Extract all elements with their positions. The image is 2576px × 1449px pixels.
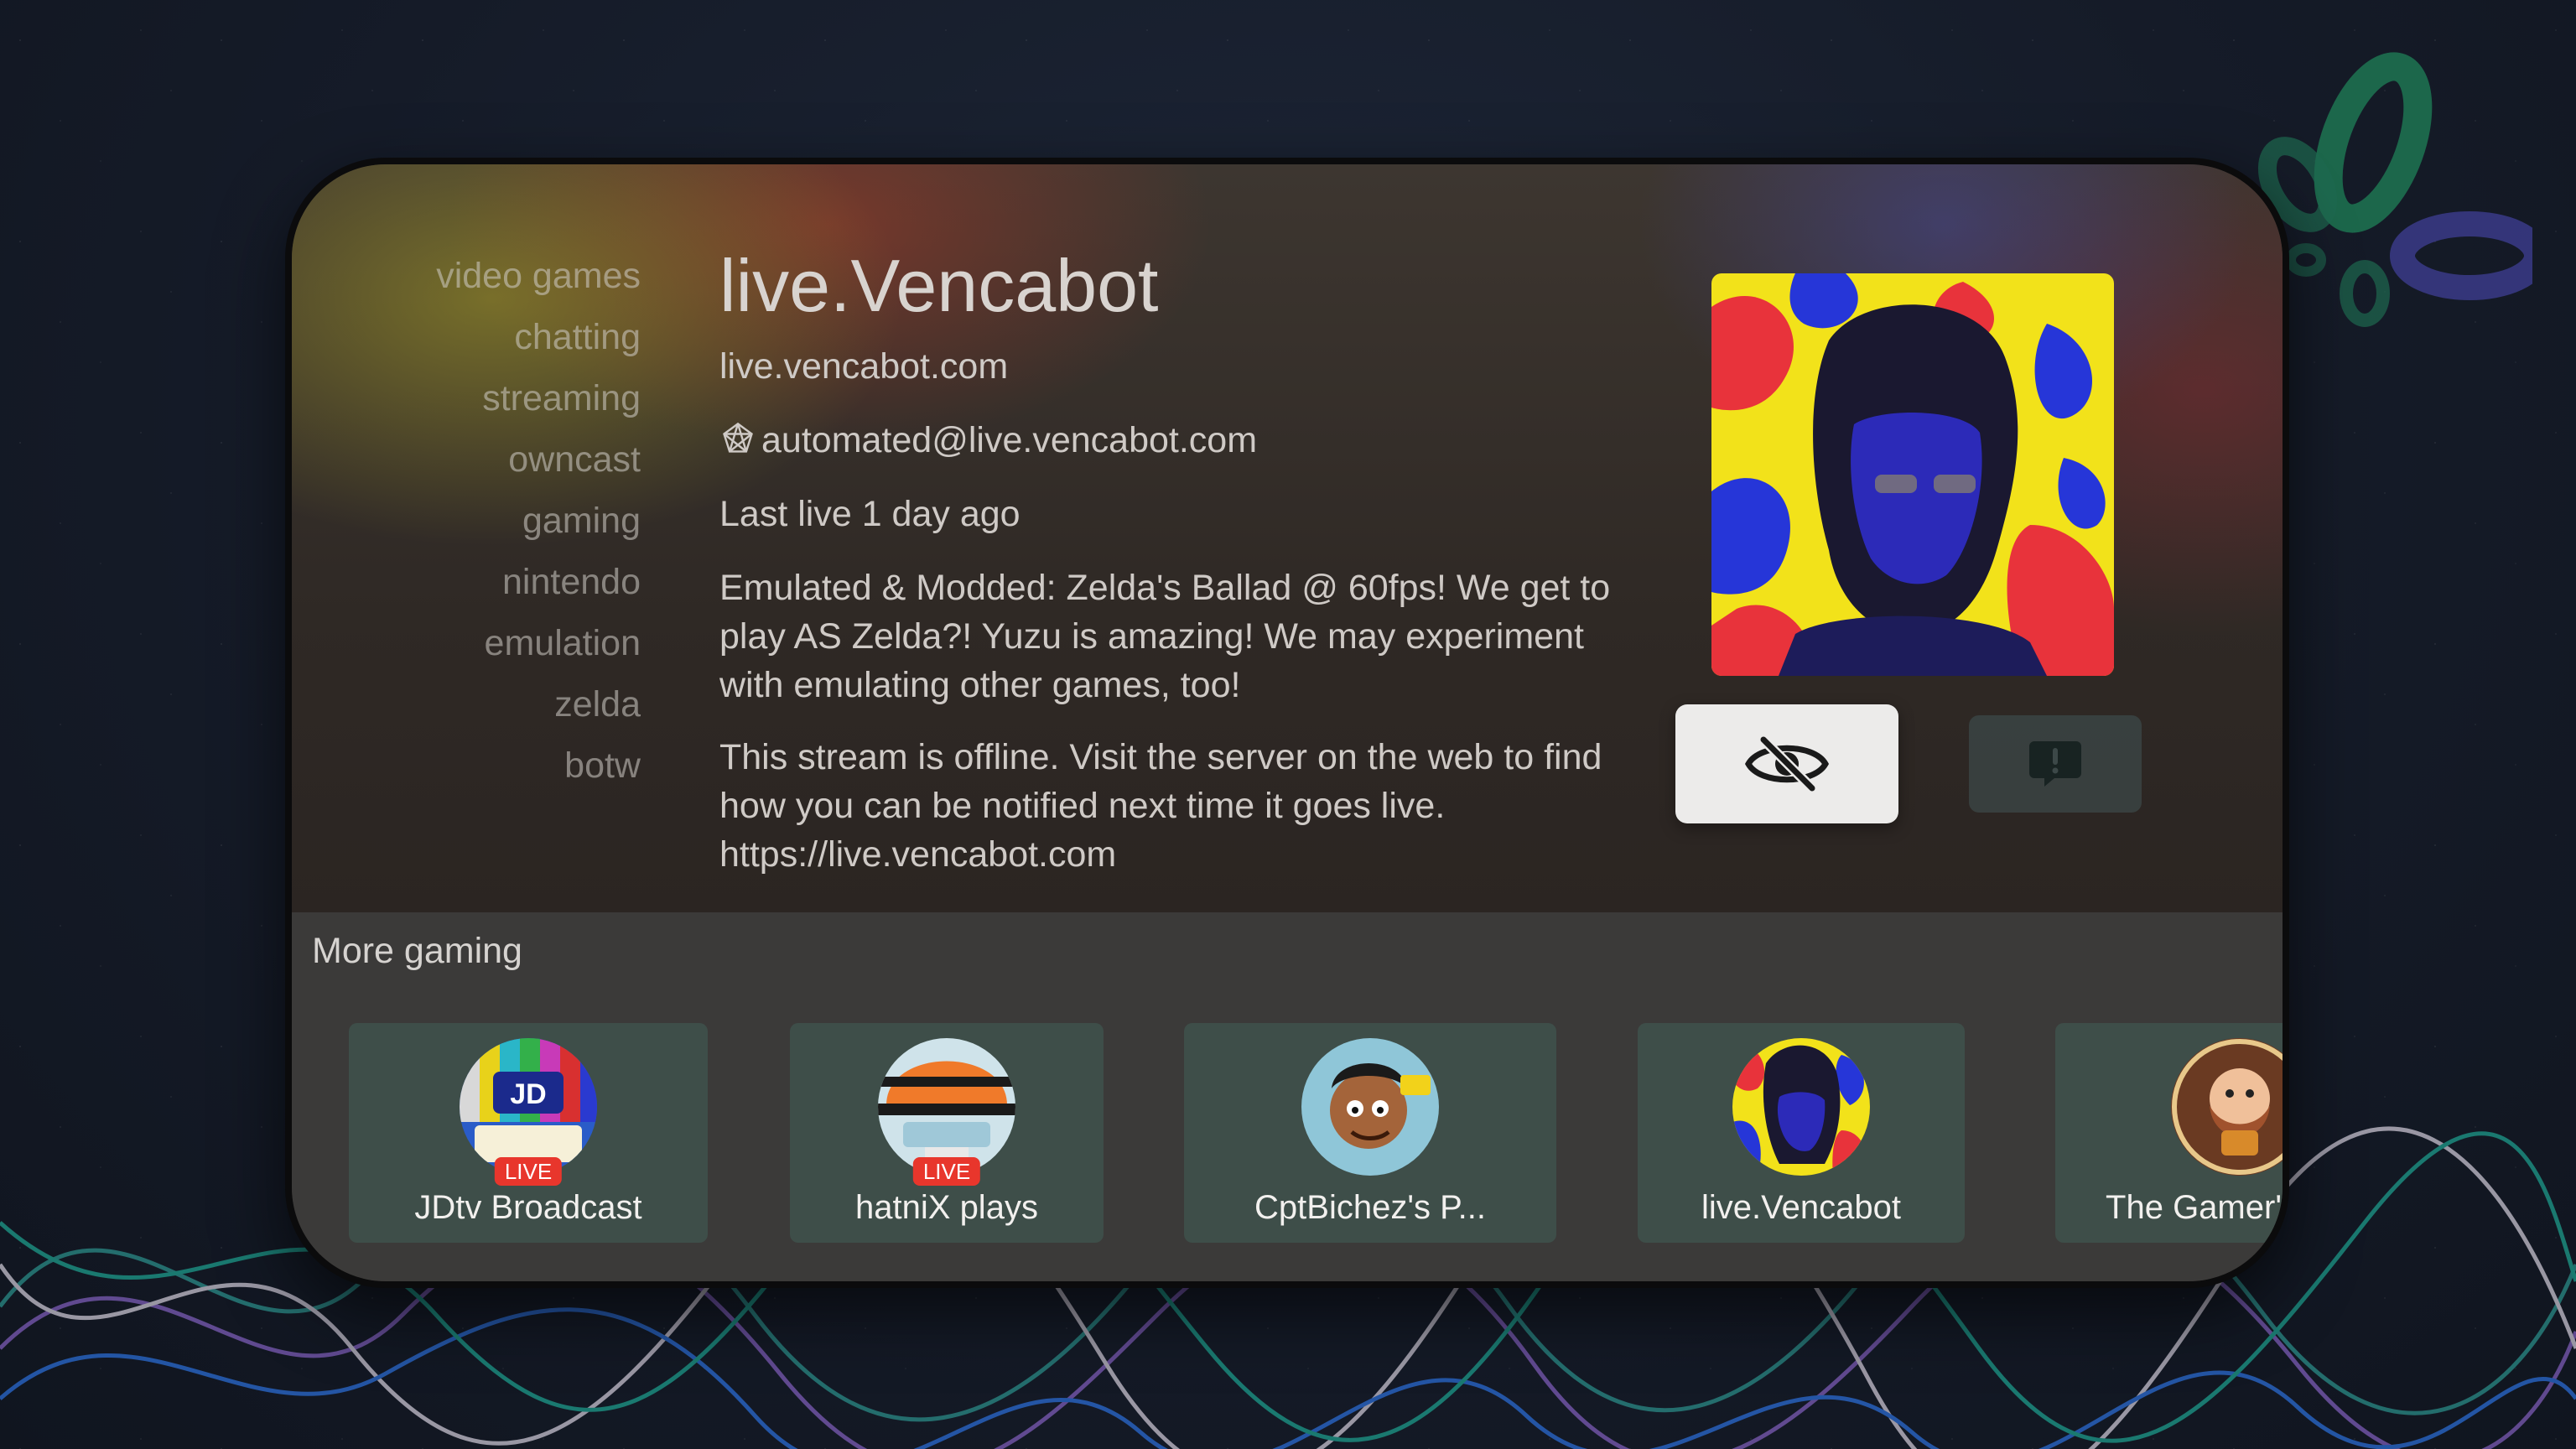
tag-item[interactable]: owncast [423, 435, 641, 484]
more-gaming-section: More gaming JD LIVE JDtv Broadcast LIVE … [292, 912, 2283, 1281]
tag-item[interactable]: zelda [423, 680, 641, 729]
card-label: CptBichez's P... [1254, 1189, 1486, 1226]
avatar: LIVE [878, 1038, 1015, 1186]
card-label: hatniX plays [855, 1189, 1038, 1226]
stream-domain: live.vencabot.com [719, 346, 1009, 387]
svg-text:JD: JD [510, 1078, 546, 1110]
tag-item[interactable]: video games [423, 252, 641, 300]
report-bubble-icon [2029, 741, 2081, 787]
stream-thumbnail [1711, 273, 2114, 676]
tag-item[interactable]: nintendo [423, 558, 641, 606]
card-label: live.Vencabot [1701, 1189, 1901, 1226]
tag-list: video games chatting streaming owncast g… [292, 252, 641, 802]
report-button[interactable] [1969, 715, 2142, 813]
card-label: JDtv Broadcast [414, 1189, 642, 1226]
live-badge: LIVE [494, 1157, 563, 1186]
section-title: More gaming [312, 931, 522, 971]
tag-item[interactable]: chatting [423, 313, 641, 361]
tag-item[interactable]: gaming [423, 496, 641, 545]
offline-message: This stream is offline. Visit the server… [719, 737, 1602, 875]
eye-slash-icon [1744, 735, 1830, 792]
fediverse-handle: automated@live.vencabot.com [761, 420, 1258, 460]
tag-item[interactable]: streaming [423, 374, 641, 423]
stream-details-screen: video games chatting streaming owncast g… [292, 164, 2283, 1281]
stream-header: video games chatting streaming owncast g… [292, 164, 2283, 912]
stream-title: live.Vencabot [719, 244, 1159, 327]
tag-item[interactable]: emulation [423, 619, 641, 667]
avatar [1301, 1038, 1439, 1176]
avatar [2171, 1038, 2283, 1176]
stream-card[interactable]: CptBichez's P... [1184, 1023, 1556, 1243]
fediverse-account: automated@live.vencabot.com [719, 416, 1642, 465]
live-badge: LIVE [912, 1157, 981, 1186]
last-live-text: Last live 1 day ago [719, 494, 1021, 534]
stream-card[interactable]: LIVE hatniX plays [790, 1023, 1104, 1243]
stream-card[interactable]: live.Vencabot [1638, 1023, 1965, 1243]
fediverse-icon [723, 422, 753, 453]
stream-card[interactable]: JD LIVE JDtv Broadcast [349, 1023, 708, 1243]
hide-stream-button[interactable] [1675, 704, 1898, 823]
tv-frame: video games chatting streaming owncast g… [285, 158, 2289, 1288]
avatar: JD LIVE [460, 1038, 597, 1186]
tag-item[interactable]: botw [423, 741, 641, 790]
card-label: The Gamer' [2106, 1189, 2282, 1226]
stream-info: live.Vencabot live.vencabot.com automate… [719, 240, 1642, 902]
owncast-logo [2257, 52, 2532, 327]
stream-card[interactable]: The Gamer' [2055, 1023, 2283, 1243]
stream-description: Emulated & Modded: Zelda's Ballad @ 60fp… [719, 568, 1611, 705]
avatar [1732, 1038, 1870, 1176]
